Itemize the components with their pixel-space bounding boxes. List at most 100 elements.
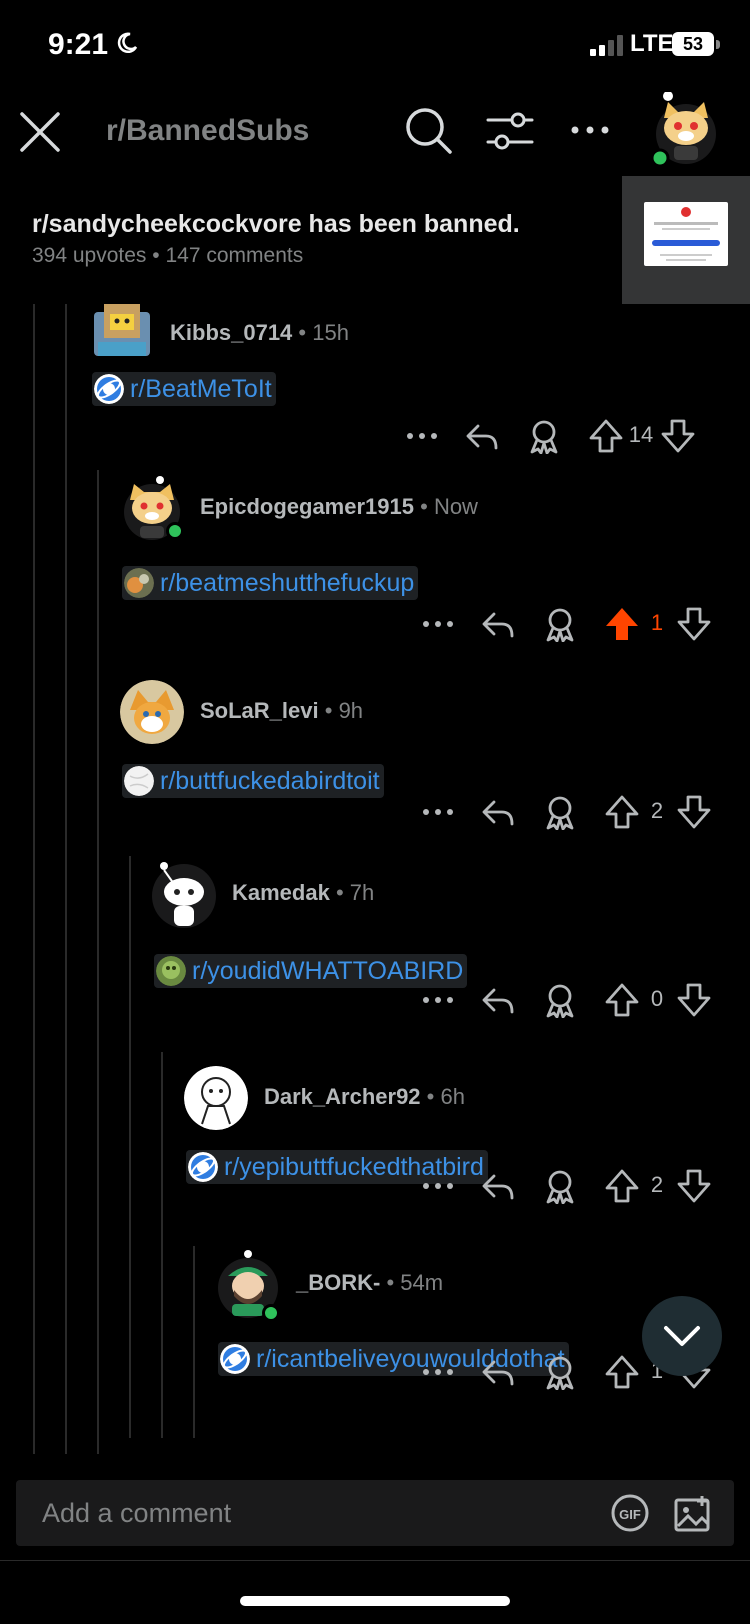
comment-time: 54m (400, 1270, 444, 1295)
comment-time: 15h (312, 320, 349, 345)
vote-count: 1 (650, 610, 664, 635)
downvote-icon[interactable] (676, 1168, 712, 1204)
comment-actions: 14 (404, 418, 730, 458)
comment-meta: _BORK- • 54m (296, 1270, 444, 1295)
comment-actions: 0 (420, 982, 730, 1022)
upvote-count: 394 upvotes (32, 244, 147, 267)
gif-label: GIF (619, 1507, 641, 1522)
reply-icon[interactable] (480, 982, 516, 1018)
comment-meta: Kamedak • 7h (232, 880, 375, 905)
planet-icon (94, 374, 124, 404)
home-indicator[interactable] (240, 1596, 510, 1606)
reply-icon[interactable] (480, 1354, 516, 1390)
online-indicator (262, 1304, 280, 1322)
more-icon[interactable] (404, 418, 440, 454)
avatar[interactable] (120, 680, 184, 744)
reply-icon[interactable] (464, 418, 500, 454)
username[interactable]: SoLaR_levi (200, 698, 319, 723)
downvote-icon[interactable] (660, 418, 696, 454)
meta-separator: • (152, 244, 160, 267)
subreddit-title[interactable]: r/BannedSubs (106, 114, 309, 148)
comment: Kamedak • 7h r/youdidWHATTOABIRD (152, 862, 730, 1056)
reply-icon[interactable] (480, 606, 516, 642)
subreddit-link-text: r/buttfuckedabirdtoit (160, 767, 380, 795)
search-icon[interactable] (404, 106, 454, 156)
award-icon[interactable] (542, 794, 578, 830)
upvote-icon[interactable] (604, 794, 640, 830)
next-comment-button[interactable] (642, 1296, 722, 1376)
username[interactable]: Kibbs_0714 (170, 320, 292, 345)
subreddit-link-text: r/beatmeshutthefuckup (160, 569, 415, 597)
close-icon[interactable] (18, 110, 62, 154)
award-icon[interactable] (542, 982, 578, 1018)
avatar[interactable] (184, 1066, 248, 1130)
thread-line[interactable] (97, 470, 99, 1454)
username[interactable]: _BORK- (296, 1270, 380, 1295)
award-icon[interactable] (542, 1168, 578, 1204)
comment-count: 147 comments (165, 244, 304, 267)
comment-time: 6h (440, 1084, 465, 1109)
downvote-icon[interactable] (676, 982, 712, 1018)
user-avatar[interactable] (650, 92, 720, 166)
thread-line[interactable] (65, 304, 67, 1454)
comment-actions: 2 (420, 794, 730, 834)
thread-line[interactable] (193, 1246, 195, 1438)
comment-meta: Epicdogegamer1915 • Now (200, 494, 478, 519)
username[interactable]: Kamedak (232, 880, 330, 905)
more-icon[interactable] (420, 1354, 456, 1390)
filter-icon[interactable] (486, 108, 534, 154)
upvote-icon[interactable] (604, 1354, 640, 1390)
downvote-icon[interactable] (676, 606, 712, 642)
comment-actions: 1 (420, 606, 730, 646)
gif-icon[interactable]: GIF (610, 1494, 650, 1532)
thumbnail-content-icon (652, 207, 720, 261)
comment-time: 9h (338, 698, 364, 723)
more-icon[interactable] (420, 982, 456, 1018)
comment-input[interactable]: Add a comment GIF (16, 1480, 734, 1546)
vote-count: 2 (650, 798, 664, 823)
comment-actions: 2 (420, 1168, 730, 1208)
avatar[interactable] (90, 302, 154, 366)
more-icon[interactable] (420, 606, 456, 642)
avatar[interactable] (152, 862, 216, 928)
thumbnail-image (644, 202, 728, 266)
subreddit-link[interactable]: r/beatmeshutthefuckup (122, 566, 419, 600)
vote-count: 2 (650, 1172, 664, 1197)
online-indicator (166, 522, 184, 540)
upvote-icon[interactable] (604, 982, 640, 1018)
username[interactable]: Dark_Archer92 (264, 1084, 421, 1109)
thread-line[interactable] (161, 1052, 163, 1438)
upvote-icon[interactable] (604, 1168, 640, 1204)
comment: SoLaR_levi • 9h r/buttfuckedabirdtoit (120, 680, 730, 874)
award-icon[interactable] (542, 1354, 578, 1390)
upvote-icon[interactable] (604, 606, 640, 642)
post-title[interactable]: r/sandycheekcockvore has been banned. (32, 210, 520, 239)
comment-meta: Kibbs_0714 • 15h (170, 320, 349, 345)
comment-placeholder: Add a comment (42, 1498, 232, 1528)
username[interactable]: Epicdogegamer1915 (200, 494, 414, 519)
downvote-icon[interactable] (676, 794, 712, 830)
subreddit-link-text: r/youdidWHATTOABIRD (192, 957, 464, 985)
comment-meta: SoLaR_levi • 9h (200, 698, 364, 723)
award-icon[interactable] (542, 606, 578, 642)
more-icon[interactable] (420, 794, 456, 830)
subreddit-link[interactable]: r/BeatMeToIt (92, 372, 276, 406)
battery-level: 53 (672, 32, 714, 56)
battery-tip (716, 40, 720, 49)
post-thumbnail[interactable] (622, 176, 750, 304)
more-icon[interactable] (420, 1168, 456, 1204)
thread-line[interactable] (129, 856, 131, 1438)
thread-line[interactable] (33, 304, 35, 1454)
subreddit-link[interactable]: r/buttfuckedabirdtoit (122, 764, 384, 798)
award-icon[interactable] (526, 418, 562, 454)
comment: Kibbs_0714 • 15h r/BeatMeToIt (90, 302, 730, 496)
network-type: LTE (630, 30, 674, 57)
reply-icon[interactable] (480, 794, 516, 830)
moon-icon (117, 32, 138, 54)
more-icon[interactable] (570, 120, 610, 140)
image-icon[interactable] (674, 1494, 712, 1532)
reply-icon[interactable] (480, 1168, 516, 1204)
vote-count: 0 (650, 986, 664, 1011)
upvote-icon[interactable] (588, 418, 624, 454)
subreddit-icon (124, 568, 154, 598)
